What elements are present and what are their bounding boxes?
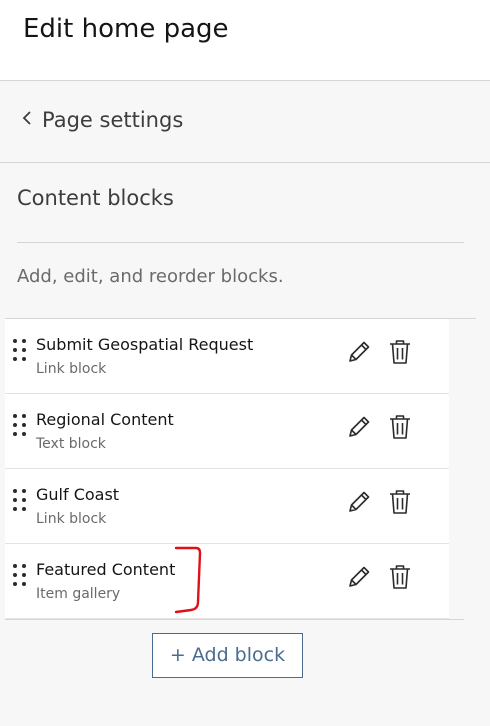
block-list: Submit Geospatial Request Link block Reg…: [5, 319, 449, 619]
content-block: Featured Content Item gallery: [5, 544, 449, 619]
trash-icon[interactable]: [387, 413, 413, 441]
block-type: Item gallery: [36, 586, 121, 602]
block-type: Text block: [36, 436, 106, 452]
header: Edit home page: [0, 0, 490, 81]
pencil-icon[interactable]: [346, 339, 372, 365]
block-title: Featured Content: [36, 560, 176, 579]
back-to-page-settings[interactable]: Page settings: [0, 82, 490, 163]
trash-icon[interactable]: [387, 488, 413, 516]
block-title: Regional Content: [36, 410, 174, 429]
chevron-left-icon: [22, 111, 31, 125]
drag-handle-icon[interactable]: [13, 564, 29, 590]
block-title: Gulf Coast: [36, 485, 120, 504]
pencil-icon[interactable]: [346, 414, 372, 440]
content-block: Regional Content Text block: [5, 394, 449, 469]
block-type: Link block: [36, 511, 107, 527]
section-description: Add, edit, and reorder blocks.: [17, 266, 284, 287]
divider: [5, 619, 464, 620]
page-title: Edit home page: [23, 14, 229, 44]
pencil-icon[interactable]: [346, 564, 372, 590]
content-block: Gulf Coast Link block: [5, 469, 449, 544]
content-block: Submit Geospatial Request Link block: [5, 319, 449, 394]
add-block-button[interactable]: + Add block: [152, 633, 303, 678]
trash-icon[interactable]: [387, 338, 413, 366]
back-label: Page settings: [42, 108, 184, 132]
drag-handle-icon[interactable]: [13, 414, 29, 440]
section-title: Content blocks: [17, 186, 174, 210]
pencil-icon[interactable]: [346, 489, 372, 515]
block-type: Link block: [36, 361, 107, 377]
trash-icon[interactable]: [387, 563, 413, 591]
block-title: Submit Geospatial Request: [36, 335, 254, 354]
divider: [17, 242, 464, 243]
drag-handle-icon[interactable]: [13, 339, 29, 365]
drag-handle-icon[interactable]: [13, 489, 29, 515]
